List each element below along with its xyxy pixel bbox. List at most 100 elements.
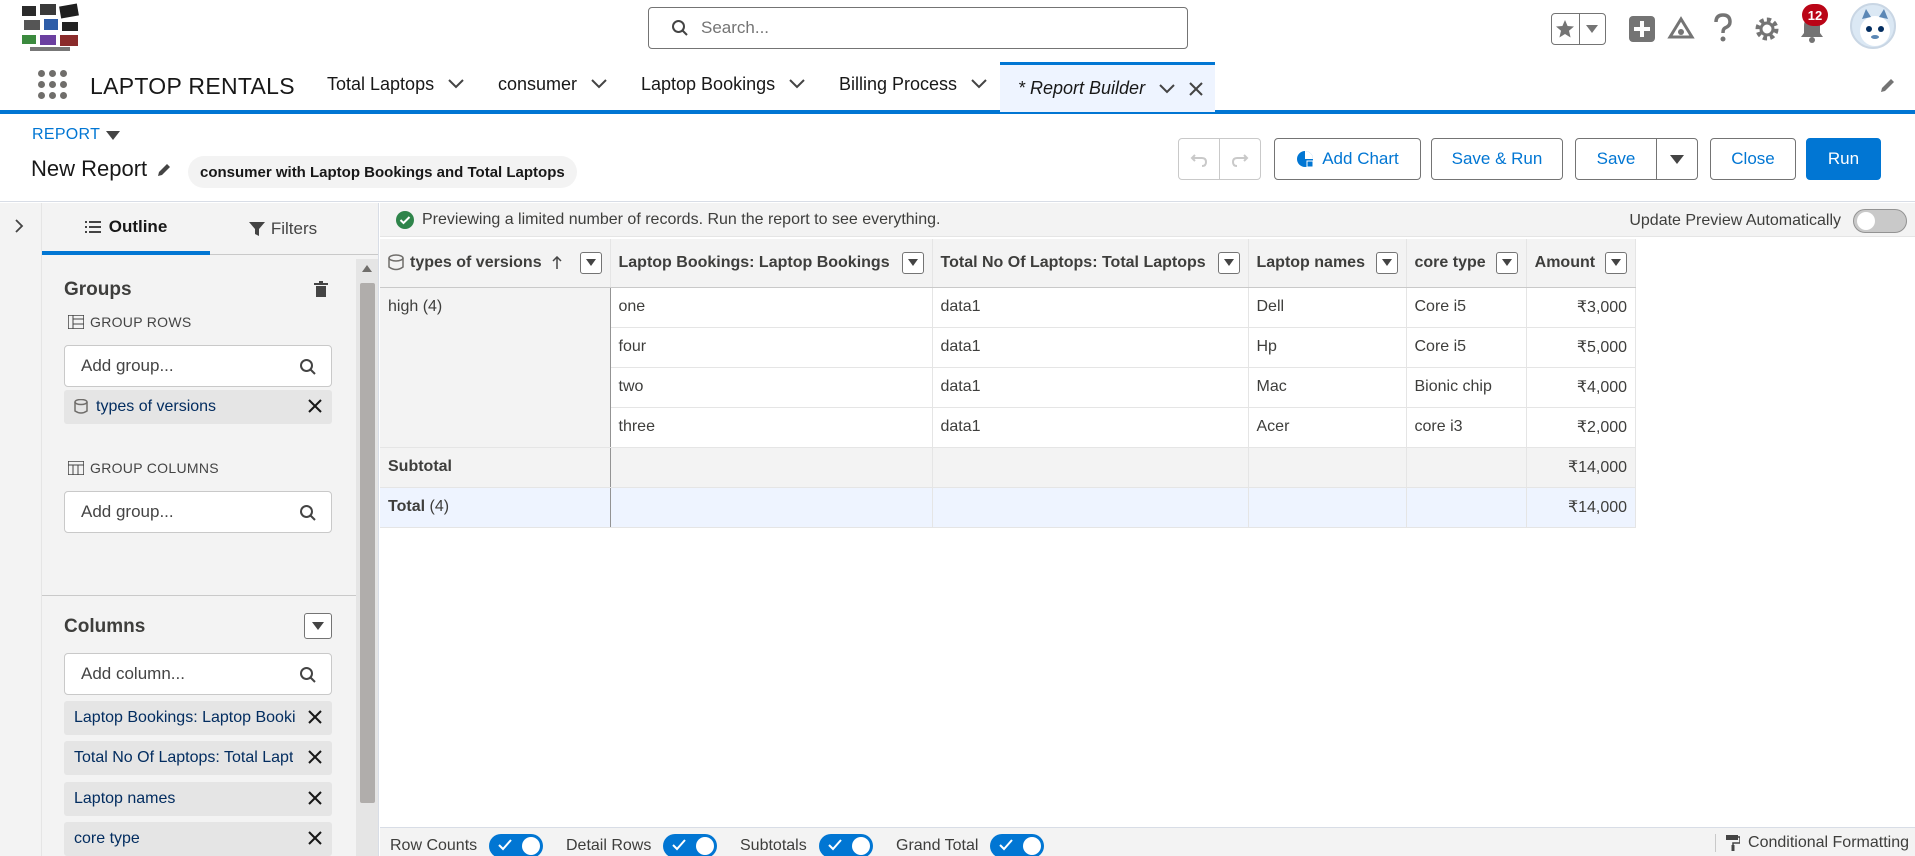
report-table: types of versions Laptop Bookings: Lapto… [380, 239, 1637, 528]
close-icon[interactable] [308, 831, 322, 845]
toggle-knob [1857, 212, 1875, 230]
nav-tab-label: * Report Builder [1018, 78, 1146, 98]
favorites-group [1551, 13, 1606, 45]
update-preview-toggle[interactable] [1853, 209, 1907, 233]
delete-icon[interactable] [314, 281, 328, 297]
close-icon[interactable] [308, 791, 322, 805]
rows-icon [68, 315, 84, 329]
scroll-up-icon[interactable] [362, 265, 372, 272]
grand-total-toggle[interactable] [990, 834, 1045, 856]
tab-filters[interactable]: Filters [210, 203, 356, 255]
detail-rows-toggle[interactable] [663, 834, 718, 856]
nav-tab-laptop-bookings[interactable]: Laptop Bookings [641, 58, 805, 110]
caret-down-icon [1670, 154, 1684, 164]
edit-icon[interactable] [157, 161, 173, 177]
column-header-core-type[interactable]: core type [1406, 239, 1527, 288]
left-rail [0, 203, 42, 856]
save-menu-button[interactable] [1656, 138, 1698, 180]
favorites-star-button[interactable] [1552, 14, 1579, 44]
edit-nav-icon[interactable] [1879, 76, 1897, 99]
trailhead-button[interactable] [1667, 15, 1695, 43]
table-cell [932, 486, 1249, 528]
table-cell [610, 486, 933, 528]
sort-ascending-icon[interactable] [552, 255, 562, 270]
conditional-formatting-button[interactable]: Conditional Formatting [1715, 834, 1909, 852]
nav-tab-report-builder[interactable]: * Report Builder [1000, 62, 1215, 112]
column-header-amount[interactable]: Amount [1526, 239, 1637, 288]
column-item[interactable]: core type [64, 822, 332, 856]
add-group-rows-input[interactable]: Add group... [64, 345, 332, 387]
nav-tab-total-laptops[interactable]: Total Laptops [327, 58, 464, 110]
global-search-input[interactable]: Search... [648, 7, 1188, 49]
chevron-down-icon[interactable] [448, 79, 464, 89]
nav-tab-billing-process[interactable]: Billing Process [839, 58, 987, 110]
redo-button[interactable] [1219, 138, 1261, 180]
save-button[interactable]: Save [1575, 138, 1657, 180]
close-icon[interactable] [308, 750, 322, 764]
user-avatar[interactable] [1850, 3, 1896, 49]
search-icon [300, 505, 316, 521]
column-header-laptop-bookings[interactable]: Laptop Bookings: Laptop Bookings [610, 239, 933, 288]
scrollbar-thumb[interactable] [360, 283, 375, 803]
subtotals-toggle[interactable] [818, 834, 873, 856]
table-header-row: types of versions Laptop Bookings: Lapto… [380, 239, 1637, 288]
close-tab-icon[interactable] [1189, 81, 1203, 96]
detail-rows-label: Detail Rows [566, 837, 652, 854]
add-chart-button[interactable]: Add Chart [1274, 138, 1421, 180]
column-menu-button[interactable] [1217, 251, 1240, 274]
column-menu-button[interactable] [1495, 251, 1518, 274]
column-header-laptop-names[interactable]: Laptop names [1248, 239, 1407, 288]
panel-tabs: Outline Filters [42, 203, 378, 255]
conditional-formatting-label: Conditional Formatting [1748, 834, 1909, 851]
app-launcher-icon[interactable] [38, 70, 68, 100]
panel-scrollbar[interactable] [356, 259, 378, 856]
close-icon[interactable] [308, 399, 322, 413]
group-row-item[interactable]: types of versions [64, 390, 332, 424]
add-chart-label: Add Chart [1322, 149, 1399, 168]
setup-button[interactable] [1753, 15, 1781, 43]
columns-menu-button[interactable] [304, 613, 332, 639]
success-icon [396, 211, 414, 229]
column-item[interactable]: Laptop Bookings: Laptop Booki [64, 701, 332, 735]
row-counts-toggle[interactable] [489, 834, 544, 856]
chevron-down-icon[interactable] [971, 79, 987, 89]
tab-outline[interactable]: Outline [42, 203, 210, 255]
total-label-cell: Total (4) [380, 486, 611, 528]
column-header-total-laptops[interactable]: Total No Of Laptops: Total Laptops [932, 239, 1249, 288]
column-menu-button[interactable] [579, 251, 602, 274]
chevron-down-icon[interactable] [1159, 83, 1175, 94]
app-logo[interactable] [20, 2, 84, 54]
add-group-columns-input[interactable]: Add group... [64, 491, 332, 533]
global-actions-button[interactable] [1629, 16, 1655, 42]
undo-button[interactable] [1178, 138, 1220, 180]
column-item[interactable]: Total No Of Laptops: Total Lapt [64, 741, 332, 775]
table-cell: four [610, 327, 933, 368]
favorites-menu-button[interactable] [1578, 14, 1606, 44]
add-column-input[interactable]: Add column... [64, 653, 332, 695]
undo-icon [1190, 154, 1208, 167]
column-menu-button[interactable] [1605, 251, 1628, 274]
search-icon [300, 359, 316, 375]
help-button[interactable] [1712, 13, 1734, 43]
chevron-down-icon[interactable] [789, 79, 805, 89]
column-menu-button[interactable] [1375, 251, 1398, 274]
nav-tab-label: Billing Process [839, 73, 958, 94]
group-rows-label: GROUP ROWS [68, 314, 192, 330]
chevron-right-icon[interactable] [14, 219, 24, 233]
search-icon [672, 20, 688, 36]
column-header-types-of-versions[interactable]: types of versions [380, 239, 611, 288]
close-icon[interactable] [308, 710, 322, 724]
nav-tab-consumer[interactable]: consumer [498, 58, 607, 110]
column-menu-button[interactable] [901, 251, 924, 274]
chevron-down-icon[interactable] [591, 79, 607, 89]
table-row: high (4) one data1 Dell Core i5 ₹3,000 [380, 287, 1637, 448]
save-and-run-button[interactable]: Save & Run [1431, 138, 1563, 180]
close-button[interactable]: Close [1710, 138, 1796, 180]
column-item[interactable]: Laptop names [64, 782, 332, 816]
row-counts-toggle-group: Row Counts [390, 834, 544, 856]
outline-panel-body: Groups GROUP ROWS Add group... types of … [42, 255, 356, 856]
report-type-label[interactable]: REPORT [32, 126, 121, 144]
run-button[interactable]: Run [1806, 138, 1881, 180]
table-cell: ₹4,000 [1526, 367, 1637, 408]
caret-down-icon [1223, 259, 1234, 267]
